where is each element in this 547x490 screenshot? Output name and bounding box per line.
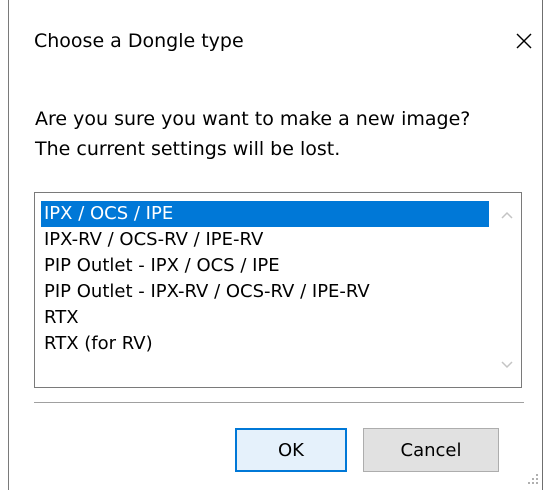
list-item[interactable]: PIP Outlet - IPX / OCS / IPE bbox=[41, 253, 489, 279]
chevron-up-icon[interactable] bbox=[493, 201, 521, 229]
list-item[interactable]: IPX-RV / OCS-RV / IPE-RV bbox=[41, 227, 489, 253]
dialog-message: Are you sure you want to make a new imag… bbox=[35, 104, 470, 164]
title-bar[interactable]: Choose a Dongle type bbox=[9, 0, 542, 76]
dongle-type-list: IPX / OCS / IPE IPX-RV / OCS-RV / IPE-RV P… bbox=[41, 201, 489, 357]
list-item[interactable]: PIP Outlet - IPX-RV / OCS-RV / IPE-RV bbox=[41, 279, 489, 305]
list-item[interactable]: RTX (for RV) bbox=[41, 331, 489, 357]
message-line-1: Are you sure you want to make a new imag… bbox=[35, 108, 471, 130]
listbox-scrollbar[interactable] bbox=[493, 193, 521, 387]
list-item[interactable]: IPX / OCS / IPE bbox=[41, 201, 489, 227]
dialog-window: Choose a Dongle type Are you sure you wa… bbox=[0, 0, 547, 490]
close-icon[interactable] bbox=[507, 24, 541, 58]
window-border-right bbox=[542, 0, 543, 490]
cancel-button[interactable]: Cancel bbox=[363, 428, 499, 472]
ok-button[interactable]: OK bbox=[235, 428, 347, 472]
message-line-2: The current settings will be lost. bbox=[35, 138, 341, 160]
resize-grip-icon[interactable] bbox=[527, 470, 539, 484]
list-item[interactable]: RTX bbox=[41, 305, 489, 331]
chevron-down-icon[interactable] bbox=[493, 351, 521, 379]
dongle-type-listbox[interactable]: IPX / OCS / IPE IPX-RV / OCS-RV / IPE-RV P… bbox=[34, 192, 522, 388]
dialog-separator bbox=[34, 402, 524, 403]
dialog-title: Choose a Dongle type bbox=[34, 30, 244, 52]
